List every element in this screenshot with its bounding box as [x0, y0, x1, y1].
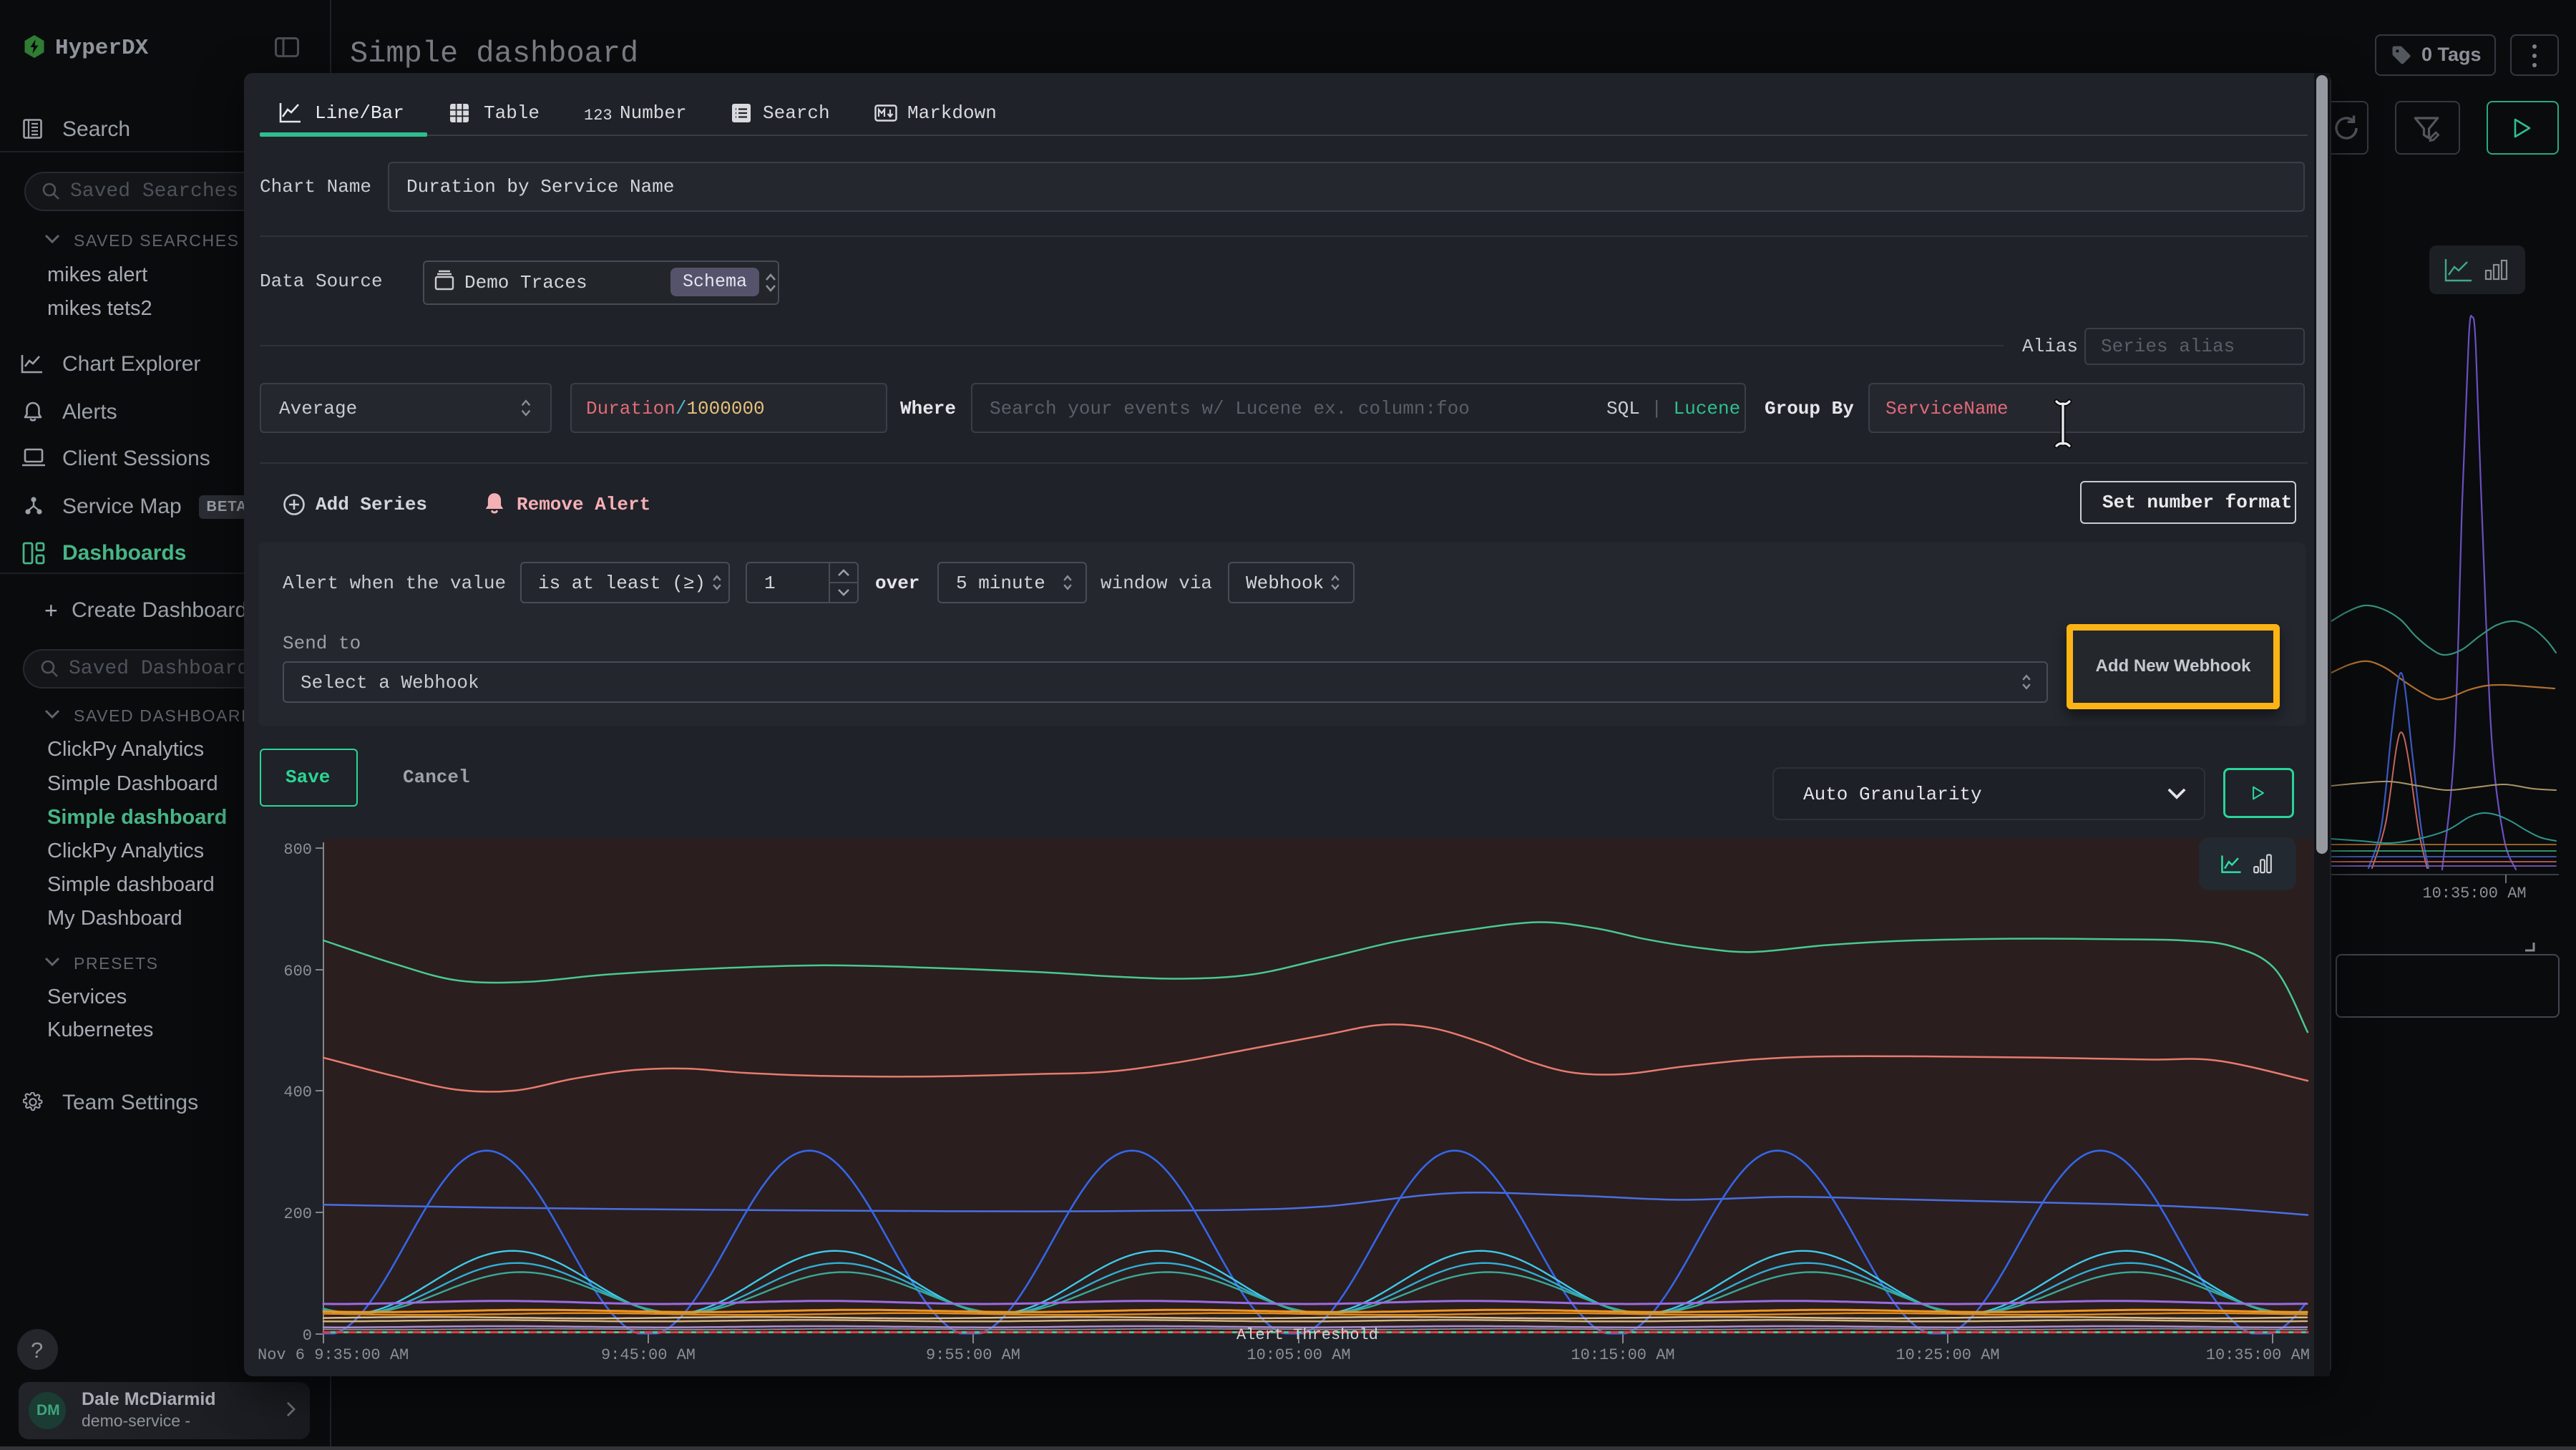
- svg-text:Alert Threshold: Alert Threshold: [1236, 1326, 1378, 1344]
- svg-text:10:05:00 AM: 10:05:00 AM: [1246, 1346, 1350, 1364]
- svg-text:10:35:00 AM: 10:35:00 AM: [2206, 1346, 2310, 1364]
- svg-text:600: 600: [283, 963, 312, 981]
- svg-text:9:55:00 AM: 9:55:00 AM: [926, 1346, 1020, 1364]
- svg-text:200: 200: [283, 1205, 312, 1223]
- svg-text:0: 0: [303, 1327, 312, 1345]
- svg-text:10:15:00 AM: 10:15:00 AM: [1571, 1346, 1674, 1364]
- svg-text:Nov 6 9:35:00 AM: Nov 6 9:35:00 AM: [258, 1346, 409, 1364]
- svg-text:10:25:00 AM: 10:25:00 AM: [1896, 1346, 1999, 1364]
- svg-text:800: 800: [283, 841, 312, 859]
- svg-text:9:45:00 AM: 9:45:00 AM: [601, 1346, 696, 1364]
- svg-text:400: 400: [283, 1084, 312, 1101]
